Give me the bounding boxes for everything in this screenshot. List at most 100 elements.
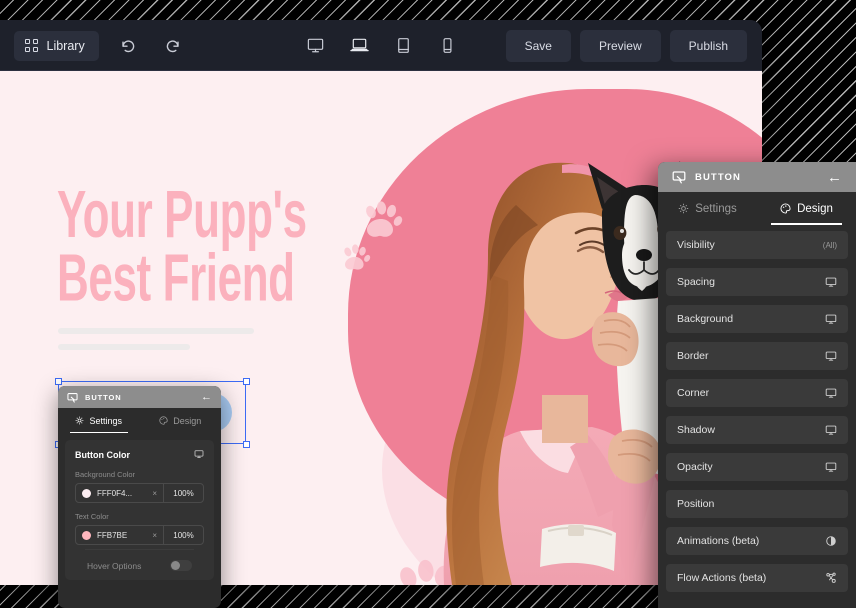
tablet-icon [397, 38, 409, 53]
button-color-card: Button Color Background Color FFF0F4... … [65, 440, 214, 580]
undo-icon [122, 40, 135, 53]
tab-design-label: Design [797, 202, 833, 215]
design-options-list: Visibility (All) Spacing Background Bord… [658, 225, 856, 592]
settings-panel-title: BUTTON [85, 392, 122, 402]
redo-icon [166, 40, 179, 53]
text-color-opacity[interactable]: 100% [163, 526, 203, 544]
resize-handle-top-left[interactable] [54, 377, 62, 385]
design-row-label: Spacing [677, 276, 715, 288]
hover-options-toggle[interactable] [170, 560, 192, 571]
toggle-knob [171, 561, 180, 570]
button-element-icon [67, 392, 78, 403]
design-row-label: Position [677, 498, 715, 510]
desktop-icon [307, 38, 323, 53]
desktop-icon [825, 313, 837, 325]
toolbar-right-group: Save Preview Publish [505, 29, 762, 62]
desktop-icon [825, 350, 837, 362]
design-row-label: Shadow [677, 424, 715, 436]
grid-icon [25, 39, 38, 52]
laptop-icon [349, 38, 369, 52]
preview-button[interactable]: Preview [579, 29, 661, 62]
tab-settings-label: Settings [89, 415, 123, 426]
text-color-value: FFB7BE [97, 530, 128, 540]
editor-toolbar: Library Save Preview Publish [0, 20, 762, 77]
placeholder-text-line [58, 344, 190, 350]
tab-settings[interactable]: Settings [58, 408, 140, 434]
palette-icon [780, 203, 791, 214]
design-row-background[interactable]: Background [666, 305, 848, 333]
tab-design[interactable]: Design [140, 408, 222, 433]
desktop-icon [194, 449, 204, 461]
desktop-icon [825, 387, 837, 399]
hover-options-row[interactable]: Hover Options [75, 550, 204, 571]
button-settings-panel: BUTTON ← Settings Design Button Color Ba… [58, 386, 221, 608]
device-button-mobile[interactable] [432, 20, 462, 71]
text-color-field[interactable]: FFB7BE × 100% [75, 525, 204, 545]
button-color-card-title: Button Color [75, 449, 204, 461]
device-button-laptop[interactable] [344, 20, 374, 77]
design-row-corner[interactable]: Corner [666, 379, 848, 407]
design-row-shadow[interactable]: Shadow [666, 416, 848, 444]
undo-button[interactable] [111, 29, 145, 63]
flow-nodes-icon [825, 572, 837, 584]
resize-handle-top-right[interactable] [242, 377, 250, 385]
text-color-swatch[interactable] [82, 530, 91, 540]
text-color-clear-button[interactable]: × [152, 531, 163, 540]
design-row-label: Animations (beta) [677, 535, 760, 547]
design-row-visibility[interactable]: Visibility (All) [666, 231, 848, 259]
design-panel-header: BUTTON ← [658, 162, 856, 192]
design-row-label: Opacity [677, 461, 713, 473]
design-row-animations[interactable]: Animations (beta) [666, 527, 848, 555]
tab-settings-label: Settings [695, 202, 737, 215]
desktop-icon [825, 276, 837, 288]
background-color-opacity[interactable]: 100% [163, 484, 203, 502]
design-row-position[interactable]: Position [666, 490, 848, 518]
device-switcher [300, 20, 462, 77]
settings-panel-tabs: Settings Design [58, 408, 222, 434]
visibility-scope-badge: (All) [822, 240, 837, 250]
design-row-label: Visibility [677, 239, 715, 251]
mobile-icon [442, 38, 452, 53]
library-button[interactable]: Library [14, 30, 99, 61]
background-color-swatch[interactable] [82, 488, 91, 498]
gear-icon [76, 416, 84, 425]
design-row-border[interactable]: Border [666, 342, 848, 370]
design-row-spacing[interactable]: Spacing [666, 268, 848, 296]
design-panel-tabs: Settings Design [658, 192, 856, 225]
redo-button[interactable] [157, 29, 191, 63]
design-row-flow-actions[interactable]: Flow Actions (beta) [666, 564, 848, 592]
publish-button[interactable]: Publish [669, 29, 747, 62]
resize-handle-bottom-right[interactable] [242, 440, 250, 448]
palette-icon [159, 416, 168, 425]
tab-settings[interactable]: Settings [658, 192, 757, 225]
design-row-label: Flow Actions (beta) [677, 572, 767, 584]
desktop-icon [825, 461, 837, 473]
design-panel-title: BUTTON [695, 171, 742, 183]
tab-design[interactable]: Design [757, 192, 856, 225]
design-panel-back-button[interactable]: ← [827, 170, 842, 185]
background-color-clear-button[interactable]: × [152, 489, 163, 498]
save-button[interactable]: Save [505, 29, 571, 62]
tab-design-label: Design [173, 415, 202, 426]
button-design-panel: BUTTON ← Settings Design Visibility (All… [658, 162, 856, 608]
design-row-label: Corner [677, 387, 710, 399]
toolbar-left-group: Library [0, 29, 191, 63]
library-button-label: Library [46, 38, 85, 53]
design-row-label: Border [677, 350, 709, 362]
page-headline: Your Pupp's Best Friend [57, 175, 307, 316]
settings-panel-header: BUTTON ← [58, 386, 221, 408]
placeholder-text-line [58, 328, 254, 334]
background-color-field[interactable]: FFF0F4... × 100% [75, 483, 204, 503]
background-color-value: FFF0F4... [97, 488, 133, 498]
device-button-desktop[interactable] [300, 20, 330, 71]
text-color-label: Text Color [75, 512, 109, 521]
settings-panel-back-button[interactable]: ← [201, 391, 212, 403]
desktop-icon [825, 424, 837, 436]
gear-icon [679, 203, 689, 214]
button-color-label: Button Color [75, 450, 130, 460]
paw-print-icon [344, 244, 371, 270]
design-row-opacity[interactable]: Opacity [666, 453, 848, 481]
button-element-icon [672, 171, 686, 184]
hover-options-label: Hover Options [87, 560, 142, 571]
device-button-tablet[interactable] [388, 20, 418, 71]
